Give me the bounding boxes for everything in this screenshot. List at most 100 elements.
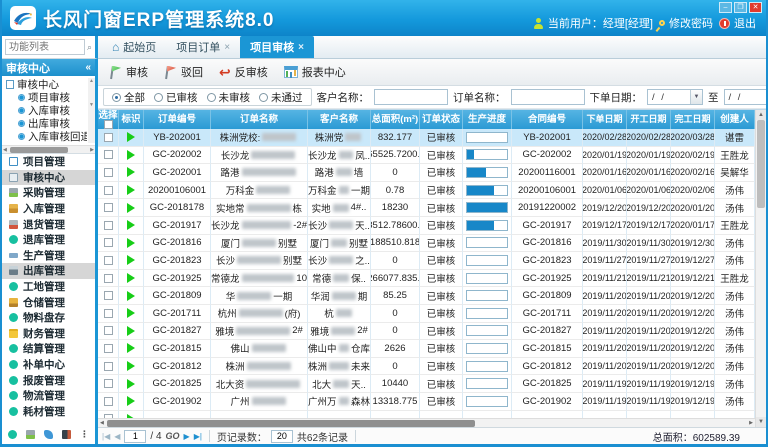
prev-page-button[interactable]: ◀ <box>114 432 120 441</box>
grid-vertical-scrollbar[interactable]: ▲ ▼ <box>755 110 766 427</box>
scroll-right-icon[interactable]: ▶ <box>90 146 94 154</box>
radio-已审核[interactable]: 已审核 <box>154 90 198 105</box>
order-date-input[interactable]: / / ▼ <box>647 89 703 105</box>
审核-button[interactable]: 审核 <box>104 61 157 83</box>
tab-项目审核[interactable]: 项目审核× <box>240 36 314 58</box>
select-all-checkbox[interactable] <box>104 120 113 129</box>
row-checkbox[interactable] <box>104 168 113 177</box>
function-search-input[interactable] <box>5 39 85 55</box>
row-checkbox[interactable] <box>104 326 113 335</box>
row-checkbox[interactable] <box>104 274 113 283</box>
tree-item-入库审核回退[interactable]: 入库审核回退 <box>6 130 87 143</box>
order-date-to-input[interactable]: / / ▼ <box>724 89 767 105</box>
tree-item-项目审核[interactable]: 项目审核 <box>6 91 87 104</box>
leaf-icon[interactable] <box>44 430 53 439</box>
tree-panel-header[interactable]: 审核中心 « <box>2 59 95 76</box>
close-tab-icon[interactable]: × <box>224 42 230 53</box>
sidebar-item-入库管理[interactable]: 入库管理 <box>2 201 95 217</box>
column-header-下单日期[interactable]: 下单日期 <box>583 110 627 129</box>
minimize-button[interactable]: – <box>719 2 732 13</box>
scroll-up-icon[interactable]: ▲ <box>756 110 766 120</box>
table-row[interactable]: GC-201809华一期华润期85.25已审核GC-2018092019/11/… <box>98 287 755 305</box>
customer-name-input[interactable] <box>374 89 448 105</box>
报表中心-button[interactable]: 报表中心 <box>279 61 355 83</box>
table-row[interactable]: GC-202002长沙龙长沙龙凤..65525.7200..已审核GC-2020… <box>98 147 755 165</box>
scroll-down-icon[interactable]: ▼ <box>756 417 766 427</box>
table-row[interactable]: GC-201812株洲株洲未来0已审核GC-2018122019/11/2020… <box>98 358 755 376</box>
column-header-标识[interactable]: 标识 <box>119 110 144 129</box>
table-row[interactable]: GC-202001路港路港墙0已审核202001160012020/01/162… <box>98 164 755 182</box>
sidebar-item-出库管理[interactable]: 出库管理 <box>2 263 95 279</box>
logout-button[interactable]: 退出 <box>719 15 756 31</box>
sidebar-item-物流管理[interactable]: 物流管理 <box>2 388 95 404</box>
scrollbar-thumb[interactable] <box>10 147 68 153</box>
page-number-input[interactable] <box>124 430 146 443</box>
close-tab-icon[interactable]: × <box>298 42 304 53</box>
table-row[interactable]: 20200106001万科金万科金一期0.78已审核20200106001202… <box>98 182 755 200</box>
row-checkbox[interactable] <box>104 203 113 212</box>
tab-项目订单[interactable]: 项目订单× <box>166 36 240 58</box>
radio-未通过[interactable]: 未通过 <box>259 90 303 105</box>
column-header-选择[interactable]: 选择 <box>98 110 119 129</box>
反审核-button[interactable]: ↩反审核 <box>214 61 277 83</box>
sidebar-item-采购管理[interactable]: 采购管理 <box>2 185 95 201</box>
grid-horizontal-scrollbar[interactable]: ◀ ▶ <box>98 418 755 427</box>
next-page-button[interactable]: ▶ <box>184 432 190 441</box>
column-header-完工日期[interactable]: 完工日期 <box>671 110 715 129</box>
person-icon[interactable] <box>62 430 71 439</box>
close-button[interactable]: ✕ <box>749 2 762 13</box>
radio-全部[interactable]: 全部 <box>112 90 145 105</box>
row-checkbox[interactable] <box>104 344 113 353</box>
tree-horizontal-scrollbar[interactable]: ◀ ▶ <box>2 145 95 153</box>
table-row[interactable]: YB-202001株洲党校:株洲党832.177已审核YB-2020012020… <box>98 129 755 147</box>
table-row[interactable]: GC-201816厦门别墅厦门别墅188510.818已审核GC-2018162… <box>98 235 755 253</box>
cart-icon[interactable] <box>26 430 35 439</box>
sidebar-item-结算管理[interactable]: 结算管理 <box>2 341 95 357</box>
row-checkbox[interactable] <box>104 186 113 195</box>
sidebar-item-仓储管理[interactable]: 仓储管理 <box>2 294 95 310</box>
go-button[interactable]: GO <box>166 431 180 441</box>
table-row[interactable]: GC-201823长沙别墅长沙之..0已审核GC-2018232019/11/2… <box>98 252 755 270</box>
tree-item-出库审核[interactable]: 出库审核 <box>6 117 87 130</box>
table-row[interactable]: GC-201925常德龙10常德保..266077.835..已审核GC-201… <box>98 270 755 288</box>
search-icon[interactable]: ⌕ <box>87 42 92 53</box>
dot-icon[interactable] <box>8 430 17 439</box>
column-header-总面积(m²)[interactable]: 总面积(m²) <box>371 110 420 129</box>
row-checkbox[interactable] <box>104 362 113 371</box>
column-header-订单编号[interactable]: 订单编号 <box>144 110 211 129</box>
row-checkbox[interactable] <box>104 133 113 142</box>
sidebar-item-报废管理[interactable]: 报废管理 <box>2 372 95 388</box>
sidebar-item-工地管理[interactable]: 工地管理 <box>2 279 95 295</box>
column-header-开工日期[interactable]: 开工日期 <box>627 110 671 129</box>
table-row[interactable] <box>98 411 755 419</box>
row-checkbox[interactable] <box>104 221 113 230</box>
row-checkbox[interactable] <box>104 291 113 300</box>
tree-root[interactable]: 审核中心 <box>6 78 87 91</box>
table-row[interactable]: GC-201815佛山佛山中仓库2626已审核GC-2018152019/11/… <box>98 340 755 358</box>
radio-未审核[interactable]: 未审核 <box>207 90 251 105</box>
column-header-合同编号[interactable]: 合同编号 <box>512 110 583 129</box>
column-header-创建人[interactable]: 创建人 <box>715 110 755 129</box>
sidebar-item-财务管理[interactable]: 财务管理 <box>2 326 95 342</box>
table-row[interactable]: GC-201827雅境2#雅境2#0已审核GC-2018272019/11/20… <box>98 323 755 341</box>
collapse-icon[interactable]: « <box>85 62 91 73</box>
row-checkbox[interactable] <box>104 379 113 388</box>
sidebar-item-补单中心[interactable]: 补单中心 <box>2 357 95 373</box>
sidebar-item-生产管理[interactable]: 生产管理 <box>2 248 95 264</box>
row-checkbox[interactable] <box>104 397 113 406</box>
change-password-button[interactable]: 修改密码 <box>659 15 713 31</box>
sidebar-item-审核中心[interactable]: 审核中心 <box>2 170 95 186</box>
last-page-button[interactable]: ▶| <box>194 432 202 441</box>
column-header-生产进度[interactable]: 生产进度 <box>463 110 512 129</box>
page-size-input[interactable] <box>271 430 293 443</box>
sidebar-item-物料盘存[interactable]: 物料盘存 <box>2 310 95 326</box>
table-row[interactable]: GC-201711杭州(府)杭0已审核GC-2017112019/11/2020… <box>98 305 755 323</box>
calendar-dropdown-icon[interactable]: ▼ <box>690 90 702 104</box>
first-page-button[interactable]: |◀ <box>102 432 110 441</box>
tree-item-入库审核[interactable]: 入库审核 <box>6 104 87 117</box>
more-icon[interactable]: ⋮ <box>80 430 89 439</box>
table-row[interactable]: GC-201917长沙龙-2#长沙天..8512.78600..已审核GC-20… <box>98 217 755 235</box>
row-checkbox[interactable] <box>104 256 113 265</box>
row-checkbox[interactable] <box>104 150 113 159</box>
column-header-订单名称[interactable]: 订单名称 <box>211 110 308 129</box>
